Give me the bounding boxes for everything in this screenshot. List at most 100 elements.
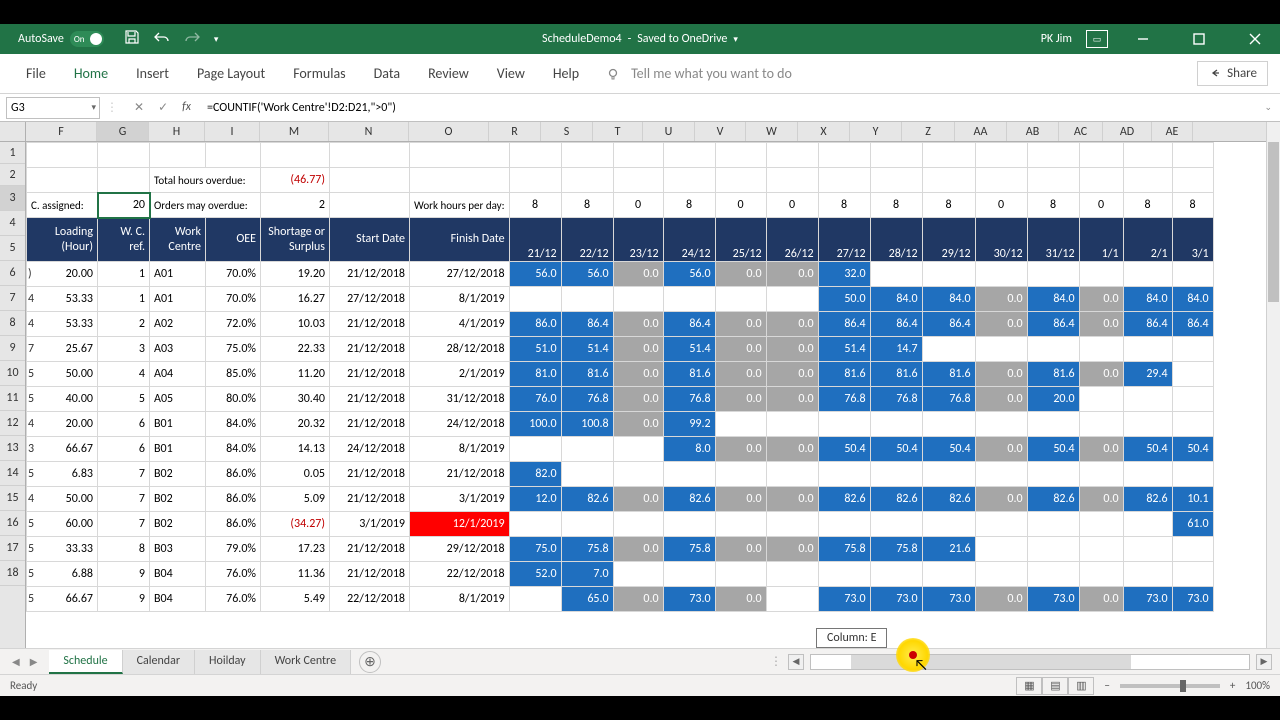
cell[interactable] — [613, 462, 663, 487]
cell[interactable] — [975, 562, 1027, 587]
column-header[interactable]: T — [593, 122, 643, 141]
row-header[interactable]: 5 — [0, 236, 25, 261]
cell[interactable]: 0.0 — [715, 387, 766, 412]
cell[interactable]: 22/12 — [561, 218, 613, 262]
cell[interactable]: 50.4 — [1123, 437, 1172, 462]
row-header[interactable]: 13 — [0, 436, 25, 461]
cell[interactable] — [1172, 362, 1213, 387]
row-header[interactable]: 7 — [0, 286, 25, 311]
cell[interactable]: 3/1 — [1172, 218, 1213, 262]
cell[interactable]: 21/12 — [509, 218, 561, 262]
cell[interactable]: 0.0 — [715, 437, 766, 462]
cell[interactable]: 56.0 — [663, 262, 715, 287]
cell[interactable]: 0 — [613, 193, 663, 218]
cell[interactable] — [1079, 412, 1123, 437]
cell[interactable]: 84.0 — [1172, 287, 1213, 312]
cell[interactable] — [922, 337, 975, 362]
cell[interactable]: 0.0 — [975, 587, 1027, 612]
cell[interactable]: 6.835 — [27, 462, 98, 487]
zoom-slider[interactable] — [1120, 684, 1220, 688]
add-sheet-button[interactable]: ⊕ — [359, 651, 381, 673]
cell[interactable]: 86.4 — [1123, 312, 1172, 337]
row-header[interactable]: 4 — [0, 211, 25, 236]
cell[interactable]: 76.8 — [870, 387, 922, 412]
column-header[interactable]: U — [643, 122, 695, 141]
cell[interactable] — [766, 512, 818, 537]
cell[interactable] — [1123, 512, 1172, 537]
cell[interactable]: A01 — [150, 287, 206, 312]
cell[interactable]: 0.0 — [766, 487, 818, 512]
column-header[interactable]: AD — [1103, 122, 1152, 141]
cell[interactable]: Work Centre — [150, 218, 206, 262]
cell[interactable]: 8/1/2019 — [410, 287, 510, 312]
cell[interactable] — [1172, 387, 1213, 412]
cell[interactable] — [509, 437, 561, 462]
cell[interactable]: A03 — [150, 337, 206, 362]
cell[interactable] — [1027, 337, 1079, 362]
cell[interactable]: 4/1/2019 — [410, 312, 510, 337]
cell[interactable]: 0.0 — [1079, 487, 1123, 512]
cell[interactable]: 28/12 — [870, 218, 922, 262]
cell[interactable]: 20.00) — [27, 262, 98, 287]
cell[interactable]: 22/12/2018 — [330, 587, 410, 612]
cell[interactable] — [975, 537, 1027, 562]
user-name[interactable]: PK Jim — [1041, 32, 1072, 46]
cell[interactable]: Loading (Hour) — [27, 218, 98, 262]
cell[interactable]: 73.0 — [1027, 587, 1079, 612]
cell[interactable]: 8 — [1172, 193, 1213, 218]
cell[interactable] — [613, 168, 663, 193]
cell[interactable]: 7 — [98, 462, 150, 487]
cell[interactable]: A04 — [150, 362, 206, 387]
fx-icon[interactable]: fx — [182, 100, 191, 115]
cell[interactable]: 65.0 — [561, 587, 613, 612]
cell[interactable] — [561, 437, 613, 462]
column-header[interactable]: I — [205, 122, 260, 141]
column-header[interactable]: V — [695, 122, 746, 141]
tell-me-search[interactable]: Tell me what you want to do — [607, 65, 792, 82]
cell[interactable]: 81.0 — [509, 362, 561, 387]
cell[interactable] — [509, 587, 561, 612]
cell[interactable]: 0.0 — [613, 412, 663, 437]
cell[interactable] — [766, 168, 818, 193]
cell[interactable] — [509, 168, 561, 193]
ribbon-tab-page-layout[interactable]: Page Layout — [183, 54, 279, 93]
cell[interactable]: 0 — [766, 193, 818, 218]
cell[interactable]: 84.0% — [206, 437, 261, 462]
cell[interactable]: 21/12/2018 — [330, 487, 410, 512]
cell[interactable] — [715, 143, 766, 168]
cell[interactable] — [1027, 512, 1079, 537]
cell[interactable]: 7 — [98, 512, 150, 537]
maximize-button[interactable] — [1178, 24, 1220, 54]
cell[interactable] — [1079, 143, 1123, 168]
cell[interactable]: 8/1/2019 — [410, 437, 510, 462]
cell[interactable] — [27, 143, 98, 168]
cell[interactable] — [715, 287, 766, 312]
cell[interactable]: 0.0 — [1079, 587, 1123, 612]
sheet-tab-calendar[interactable]: Calendar — [123, 650, 195, 674]
cell[interactable]: 29/12 — [922, 218, 975, 262]
cell[interactable] — [509, 512, 561, 537]
autosave-toggle[interactable]: On — [70, 31, 104, 47]
cell[interactable]: 8 — [509, 193, 561, 218]
cell[interactable]: 0.0 — [613, 337, 663, 362]
cell[interactable]: 75.8 — [870, 537, 922, 562]
cell[interactable] — [1079, 562, 1123, 587]
cell[interactable]: 51.4 — [561, 337, 613, 362]
cell[interactable]: 1 — [98, 287, 150, 312]
cell[interactable] — [1027, 168, 1079, 193]
cell[interactable]: 21/12/2018 — [330, 312, 410, 337]
cell[interactable]: 8 — [870, 193, 922, 218]
cell[interactable] — [1027, 412, 1079, 437]
cell[interactable] — [663, 287, 715, 312]
cell[interactable]: (34.27) — [261, 512, 330, 537]
cell[interactable]: B04 — [150, 562, 206, 587]
cell[interactable]: 27/12 — [818, 218, 870, 262]
cell[interactable]: 8 — [98, 537, 150, 562]
cell[interactable] — [870, 168, 922, 193]
user-avatar[interactable]: ▭ — [1086, 30, 1108, 48]
cell[interactable] — [613, 287, 663, 312]
cell[interactable] — [1079, 337, 1123, 362]
cell[interactable]: 50.4 — [870, 437, 922, 462]
cell[interactable] — [1172, 143, 1213, 168]
cell[interactable] — [975, 168, 1027, 193]
